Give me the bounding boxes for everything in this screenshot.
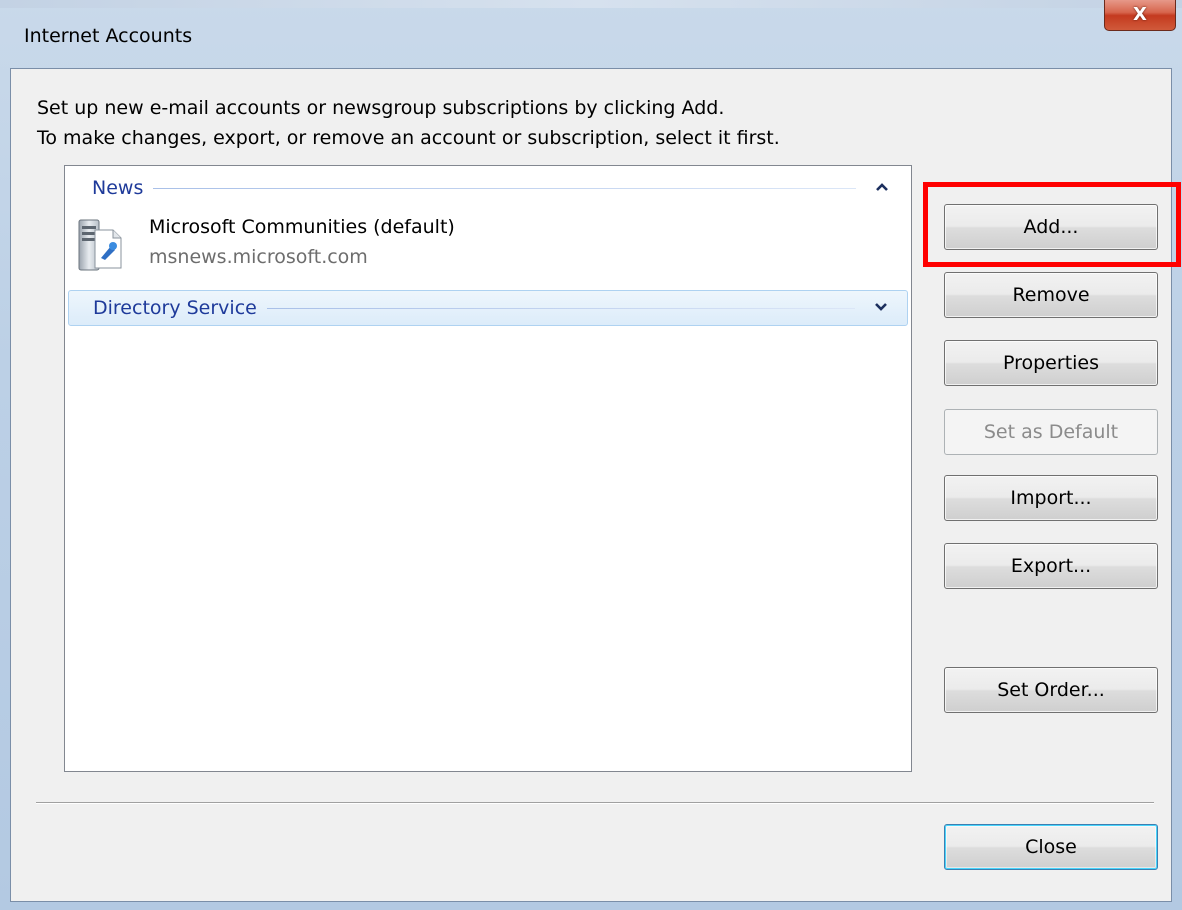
close-icon: X	[1133, 3, 1147, 25]
up-chevron-icon[interactable]	[870, 180, 894, 196]
news-server-icon	[75, 216, 125, 274]
close-window-button[interactable]: X	[1104, 0, 1176, 31]
window-top-strip	[0, 0, 1182, 8]
list-item-account[interactable]: Microsoft Communities (default) msnews.m…	[75, 208, 575, 278]
set-as-default-button[interactable]: Set as Default	[944, 409, 1158, 455]
remove-button[interactable]: Remove	[944, 272, 1158, 318]
instructions-text: Set up new e-mail accounts or newsgroup …	[37, 93, 780, 153]
instructions-line-1: Set up new e-mail accounts or newsgroup …	[37, 97, 725, 119]
export-button[interactable]: Export...	[944, 543, 1158, 589]
account-name: Microsoft Communities (default)	[149, 216, 455, 238]
group-divider-line	[266, 307, 855, 309]
group-label-news: News	[92, 177, 144, 199]
instructions-line-2: To make changes, export, or remove an ac…	[37, 127, 780, 149]
add-button[interactable]: Add...	[944, 204, 1158, 250]
set-order-button[interactable]: Set Order...	[944, 667, 1158, 713]
properties-button[interactable]: Properties	[944, 340, 1158, 386]
group-header-news[interactable]: News	[68, 170, 908, 206]
footer-separator	[36, 802, 1154, 804]
down-chevron-icon[interactable]	[869, 300, 893, 316]
dialog-client-area: Set up new e-mail accounts or newsgroup …	[10, 68, 1181, 902]
group-divider-line	[153, 187, 856, 189]
window-frame: Internet Accounts X Set up new e-mail ac…	[0, 0, 1182, 910]
import-button[interactable]: Import...	[944, 475, 1158, 521]
group-label-directory-service: Directory Service	[93, 297, 257, 319]
accounts-list[interactable]: News Microsoft Communities (default) msn…	[64, 165, 912, 772]
window-title: Internet Accounts	[24, 25, 193, 47]
close-button[interactable]: Close	[944, 824, 1158, 870]
group-header-directory-service[interactable]: Directory Service	[68, 290, 908, 326]
account-server: msnews.microsoft.com	[149, 246, 368, 268]
